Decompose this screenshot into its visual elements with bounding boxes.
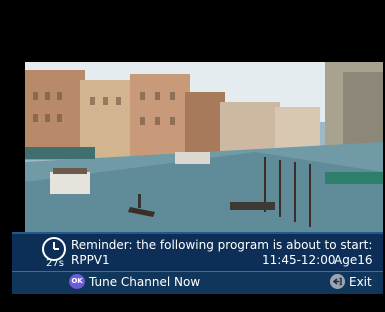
panel-divider [12,271,383,272]
tv-screen: 27s Reminder: the following program is a… [0,0,385,312]
video-frame [25,62,383,240]
venice-canal-image [25,62,383,240]
exit-button[interactable]: Exit [349,275,372,289]
ok-button-icon: OK [69,274,85,289]
tune-channel-now-button[interactable]: Tune Channel Now [89,275,200,289]
exit-icon [330,274,345,289]
reminder-message: Reminder: the following program is about… [71,238,373,252]
program-time: 11:45-12:00 [262,253,336,267]
countdown-timer: 27s [46,258,64,269]
age-rating: Age16 [334,253,373,267]
channel-name: RPPV1 [71,253,110,267]
